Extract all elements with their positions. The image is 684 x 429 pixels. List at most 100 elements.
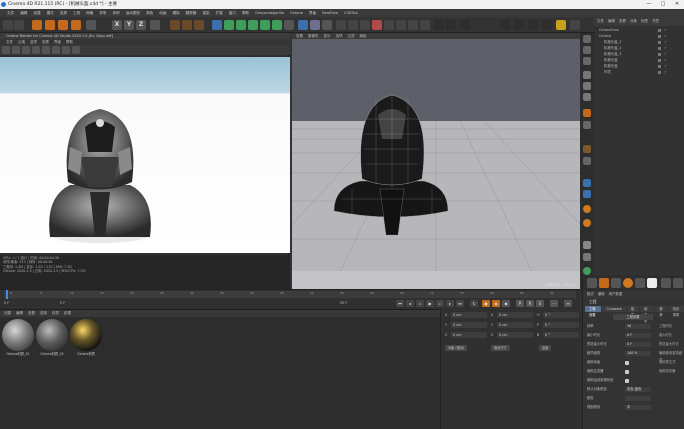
next-frame-icon[interactable]: ▹ [436, 300, 444, 307]
sculpt-icon[interactable] [542, 20, 552, 30]
plugin-icon[interactable] [528, 20, 538, 30]
pause-render-icon[interactable] [22, 46, 30, 54]
pla-key-icon[interactable]: ⋯ [550, 300, 558, 307]
attribute-tab[interactable]: 参考 [655, 306, 668, 317]
planar-workplane-icon[interactable] [583, 219, 591, 227]
cube-icon[interactable] [212, 20, 222, 30]
material-menu-item[interactable]: 纹理 [64, 310, 71, 317]
menu-item[interactable]: 动画 [156, 9, 169, 17]
menu-item[interactable]: 帮助 [239, 9, 252, 17]
recent-tools-icon[interactable] [86, 20, 96, 30]
camera-icon[interactable] [298, 20, 308, 30]
attribute-value-field[interactable]: 100 % [625, 351, 651, 356]
object-row[interactable]: 环境 ✓ [594, 69, 684, 75]
menu-item[interactable]: 跟踪器 [183, 9, 200, 17]
coordinate-mode-select[interactable]: 对象 (相对) [445, 345, 468, 351]
render-picture-viewer-icon[interactable] [182, 20, 192, 30]
render-region-icon[interactable] [587, 278, 597, 288]
menu-item[interactable]: C4DToA [341, 9, 361, 17]
attribute-value-field[interactable]: 0 F [625, 333, 651, 338]
layout-icon[interactable] [322, 20, 332, 30]
lock-workplane-icon[interactable] [583, 205, 591, 213]
attribute-menu-item[interactable]: 用户数据 [609, 291, 623, 298]
menu-item[interactable]: 角色 [143, 9, 156, 17]
array-icon[interactable] [236, 20, 246, 30]
menu-item[interactable]: 编辑 [17, 9, 30, 17]
material-swatch[interactable]: Octane材质 [70, 319, 102, 359]
move-icon[interactable] [45, 20, 55, 30]
menu-item[interactable]: 选择 [57, 9, 70, 17]
soft-selection-icon[interactable] [583, 145, 591, 153]
octane-live-viewer-icon[interactable] [336, 20, 346, 30]
stop-render-icon[interactable] [32, 46, 40, 54]
go-to-end-icon[interactable]: ⏭ [456, 300, 464, 307]
attribute-menu-item[interactable]: 编辑 [598, 291, 605, 298]
menu-item[interactable]: 创建 [30, 9, 43, 17]
auto-key-icon[interactable]: ◉ [492, 300, 500, 307]
close-button[interactable]: ✕ [670, 0, 684, 9]
subdivision-icon[interactable] [224, 20, 234, 30]
menu-item[interactable]: 模拟 [169, 9, 182, 17]
object-tag-icon[interactable] [658, 52, 661, 56]
object-menu-item[interactable]: 文件 [597, 17, 604, 26]
octane-render-target-icon[interactable] [420, 20, 430, 30]
object-tag-icon[interactable] [658, 40, 661, 44]
loop-icon[interactable]: ↻ [470, 300, 478, 307]
end-frame-field[interactable]: 90 F [340, 301, 347, 305]
material-icon[interactable] [599, 278, 609, 288]
rotation-field[interactable]: 0 ° [543, 312, 579, 318]
polygons-mode-icon[interactable] [583, 93, 591, 101]
object-tag-icon[interactable] [658, 46, 661, 50]
menu-item[interactable]: 界面 [306, 9, 319, 17]
position-field[interactable]: 0 cm [451, 312, 487, 318]
apply-button[interactable]: 应用 [539, 345, 552, 351]
rendered-image[interactable] [0, 57, 290, 253]
menu-item[interactable]: Greyscalegorilla [252, 9, 287, 17]
timeline-settings-icon[interactable]: ≡ [564, 300, 572, 307]
make-editable-icon[interactable] [583, 35, 591, 43]
snap-icon[interactable] [460, 20, 470, 30]
attribute-tab[interactable]: 信息 [626, 306, 640, 317]
lock-icon[interactable] [42, 46, 50, 54]
object-menu-item[interactable]: 编辑 [608, 17, 615, 26]
attribute-tab[interactable]: 工程设置 [585, 306, 602, 317]
menu-item[interactable]: 网格 [83, 9, 96, 17]
extension-icon[interactable] [570, 20, 580, 30]
rotation-key-icon[interactable]: R [526, 300, 534, 307]
menu-item[interactable]: Octane [287, 9, 306, 17]
size-field[interactable]: 0 cm [497, 332, 533, 338]
workplane-lock-icon[interactable] [583, 190, 591, 198]
visibility-check-icon[interactable]: ✓ [664, 52, 667, 56]
object-tag-icon[interactable] [658, 34, 661, 38]
perspective-viewport[interactable]: 查看摄像机显示选项过滤面板 默认摄像机 ✦ 透视视图 [292, 33, 580, 289]
timeline-icon[interactable] [434, 20, 444, 30]
render-settings-icon[interactable] [194, 20, 204, 30]
x-axis-button[interactable]: X [112, 20, 122, 30]
attribute-tab[interactable]: 待办事项 [668, 306, 684, 317]
attribute-menu-item[interactable]: 模式 [587, 291, 594, 298]
z-axis-button[interactable]: Z [136, 20, 146, 30]
visibility-check-icon[interactable]: ✓ [664, 58, 667, 62]
restart-render-icon[interactable] [12, 46, 20, 54]
menu-item[interactable]: 工具 [70, 9, 83, 17]
menu-item[interactable]: 窗口 [226, 9, 239, 17]
go-to-start-icon[interactable]: ⏮ [396, 300, 404, 307]
snapping-icon[interactable] [583, 157, 591, 165]
position-key-icon[interactable]: P [516, 300, 524, 307]
more-icon[interactable] [673, 278, 683, 288]
menu-item[interactable]: 模式 [44, 9, 57, 17]
object-menu-item[interactable]: 书签 [652, 17, 659, 26]
octane-camera-icon[interactable] [384, 20, 394, 30]
size-field[interactable]: 0 cm [497, 322, 533, 328]
light-icon[interactable] [661, 278, 671, 288]
material-swatch[interactable]: Octane材质_01 [2, 319, 34, 359]
visibility-check-icon[interactable]: ✓ [664, 34, 667, 38]
edges-mode-icon[interactable] [583, 82, 591, 90]
hook-icon[interactable] [583, 253, 591, 261]
solo-icon[interactable] [583, 179, 591, 187]
project-settings-button[interactable]: 工程设置 [613, 314, 653, 320]
octane-material-icon[interactable] [360, 20, 370, 30]
object-tag-icon[interactable] [658, 28, 661, 32]
attribute-value-field[interactable]: 中 [625, 405, 651, 410]
next-key-icon[interactable]: ▸ [446, 300, 454, 307]
